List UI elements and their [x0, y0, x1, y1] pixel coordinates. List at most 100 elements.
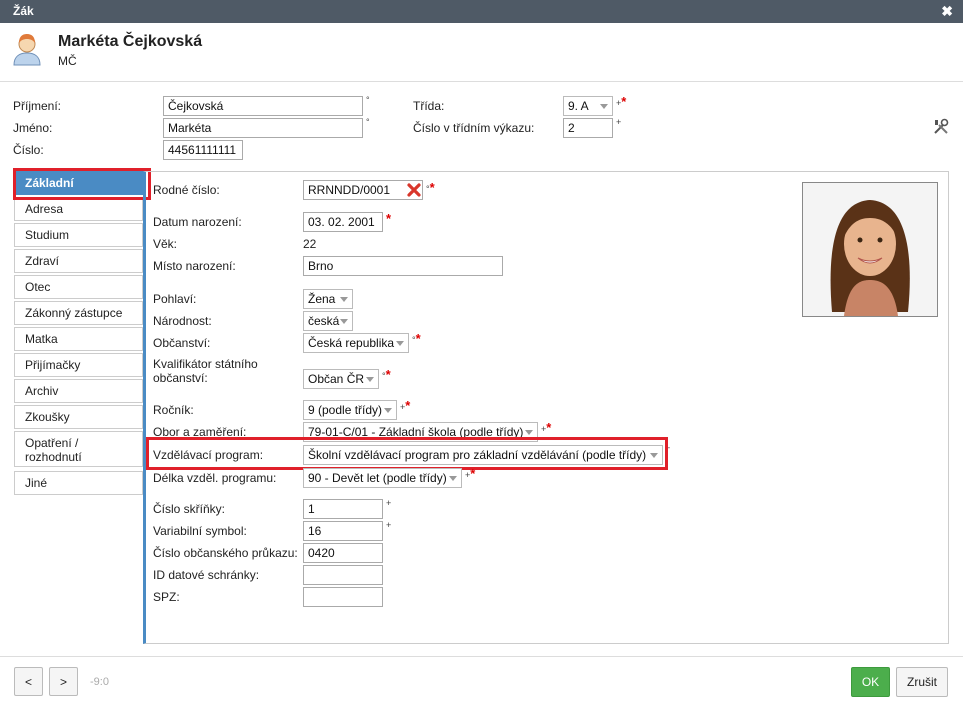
jmeno-input[interactable] [163, 118, 363, 138]
required-star: * [385, 367, 391, 382]
window-titlebar: Žák ✖ [0, 0, 963, 23]
student-name: Markéta Čejkovská [58, 33, 203, 50]
user-avatar-icon [13, 34, 41, 66]
tab-jine[interactable]: Jiné [14, 471, 143, 495]
datum-input[interactable] [303, 212, 383, 232]
obcanstvi-select[interactable]: Česká republika [303, 333, 409, 353]
kvalifikator-select[interactable]: Občan ČR [303, 369, 379, 389]
skrinka-label: Číslo skříňky: [153, 502, 226, 516]
prijmeni-label: Příjmení: [13, 99, 62, 113]
dropdown-arrow-icon [396, 341, 404, 346]
varsym-input[interactable] [303, 521, 383, 541]
datschr-input[interactable] [303, 565, 383, 585]
tab-opatreni[interactable]: Opatření / rozhodnutí [14, 431, 143, 467]
cislo-vykaz-input[interactable] [563, 118, 613, 138]
student-initials: MČ [58, 54, 77, 68]
datschr-label: ID datové schránky: [153, 568, 260, 582]
tab-prijimacky[interactable]: Přijímačky [14, 353, 143, 377]
program-select[interactable]: Školní vzdělávací program pro základní v… [303, 445, 663, 465]
obcanstvi-value: Česká republika [308, 336, 395, 350]
ok-button[interactable]: OK [851, 667, 890, 697]
dropdown-arrow-icon [650, 453, 658, 458]
tools-icon[interactable] [932, 118, 950, 136]
mark: ° [366, 95, 370, 105]
required-star: * [415, 331, 421, 346]
record-position: -9:0 [90, 676, 109, 688]
dropdown-arrow-icon [340, 319, 348, 324]
trida-select[interactable]: 9. A [563, 96, 613, 116]
obcanstvi-label: Občanství: [153, 336, 211, 350]
pohlavi-value: Žena [308, 292, 336, 306]
obor-value: 79-01-C/01 - Základní škola (podle třídy… [308, 425, 524, 439]
cislo-input[interactable] [163, 140, 243, 160]
trida-label: Třída: [413, 99, 445, 113]
dropdown-arrow-icon [600, 104, 608, 109]
program-value: Školní vzdělávací program pro základní v… [308, 448, 647, 462]
window-title: Žák [13, 4, 34, 18]
tab-archiv[interactable]: Archiv [14, 379, 143, 403]
close-icon[interactable]: ✖ [941, 3, 953, 20]
skrinka-input[interactable] [303, 499, 383, 519]
tab-zdravi[interactable]: Zdraví [14, 249, 143, 273]
required-star: * [621, 94, 627, 109]
rocnik-value: 9 (podle třídy) [308, 403, 383, 417]
mark: + [386, 520, 392, 530]
clear-icon[interactable] [406, 182, 422, 198]
program-label: Vzdělávací program: [153, 448, 264, 462]
dropdown-arrow-icon [340, 297, 348, 302]
spz-label: SPZ: [153, 590, 180, 604]
required-mark: +* [616, 94, 626, 109]
narodnost-select[interactable]: česká [303, 311, 353, 331]
kvalifikator-value: Občan ČR [308, 372, 365, 386]
required-star: * [546, 420, 552, 435]
obor-select[interactable]: 79-01-C/01 - Základní škola (podle třídy… [303, 422, 538, 442]
cancel-button[interactable]: Zrušit [896, 667, 948, 697]
misto-input[interactable] [303, 256, 503, 276]
spz-input[interactable] [303, 587, 383, 607]
tab-adresa[interactable]: Adresa [14, 197, 143, 221]
required-mark: °* [382, 367, 391, 382]
delka-select[interactable]: 90 - Devět let (podle třídy) [303, 468, 462, 488]
dropdown-arrow-icon [384, 408, 392, 413]
prev-button[interactable]: < [14, 667, 43, 696]
cislo-vykaz-label: Číslo v třídním výkazu: [413, 121, 535, 135]
mark: ° [366, 117, 370, 127]
tab-otec[interactable]: Otec [14, 275, 143, 299]
rodne-cislo-label: Rodné číslo: [153, 183, 220, 197]
kvalifikator-label: Kvalifikátor státního občanství: [153, 357, 258, 385]
datum-label: Datum narození: [153, 215, 242, 229]
tab-studium[interactable]: Studium [14, 223, 143, 247]
delka-value: 90 - Devět let (podle třídy) [308, 471, 447, 485]
mark: + [386, 498, 392, 508]
required-mark: +* [465, 466, 475, 481]
delka-label: Délka vzděl. programu: [153, 471, 277, 485]
required-star: * [429, 180, 435, 195]
narodnost-label: Národnost: [153, 314, 212, 328]
rocnik-label: Ročník: [153, 403, 194, 417]
required-mark: °* [412, 331, 421, 346]
mark: + [616, 117, 622, 127]
next-button[interactable]: > [49, 667, 78, 696]
dropdown-arrow-icon [449, 476, 457, 481]
dropdown-arrow-icon [525, 430, 533, 435]
op-label: Číslo občanského průkazu: [153, 546, 298, 560]
tab-zakonny-zastupce[interactable]: Zákonný zástupce [14, 301, 143, 325]
tab-matka[interactable]: Matka [14, 327, 143, 351]
required-mark: °* [426, 180, 435, 195]
required-mark: +* [400, 398, 410, 413]
required-star: * [470, 466, 476, 481]
rocnik-select[interactable]: 9 (podle třídy) [303, 400, 397, 420]
narodnost-value: česká [308, 314, 340, 328]
prijmeni-input[interactable] [163, 96, 363, 116]
required-mark: * [386, 211, 391, 226]
tab-zakladni[interactable]: Základní [14, 171, 143, 195]
pohlavi-label: Pohlaví: [153, 292, 197, 306]
varsym-label: Variabilní symbol: [153, 524, 247, 538]
op-input[interactable] [303, 543, 383, 563]
cislo-label: Číslo: [13, 143, 44, 157]
jmeno-label: Jméno: [13, 121, 53, 135]
rodne-cislo-input[interactable] [303, 180, 423, 200]
tab-zkousky[interactable]: Zkoušky [14, 405, 143, 429]
pohlavi-select[interactable]: Žena [303, 289, 353, 309]
dropdown-arrow-icon [366, 377, 374, 382]
